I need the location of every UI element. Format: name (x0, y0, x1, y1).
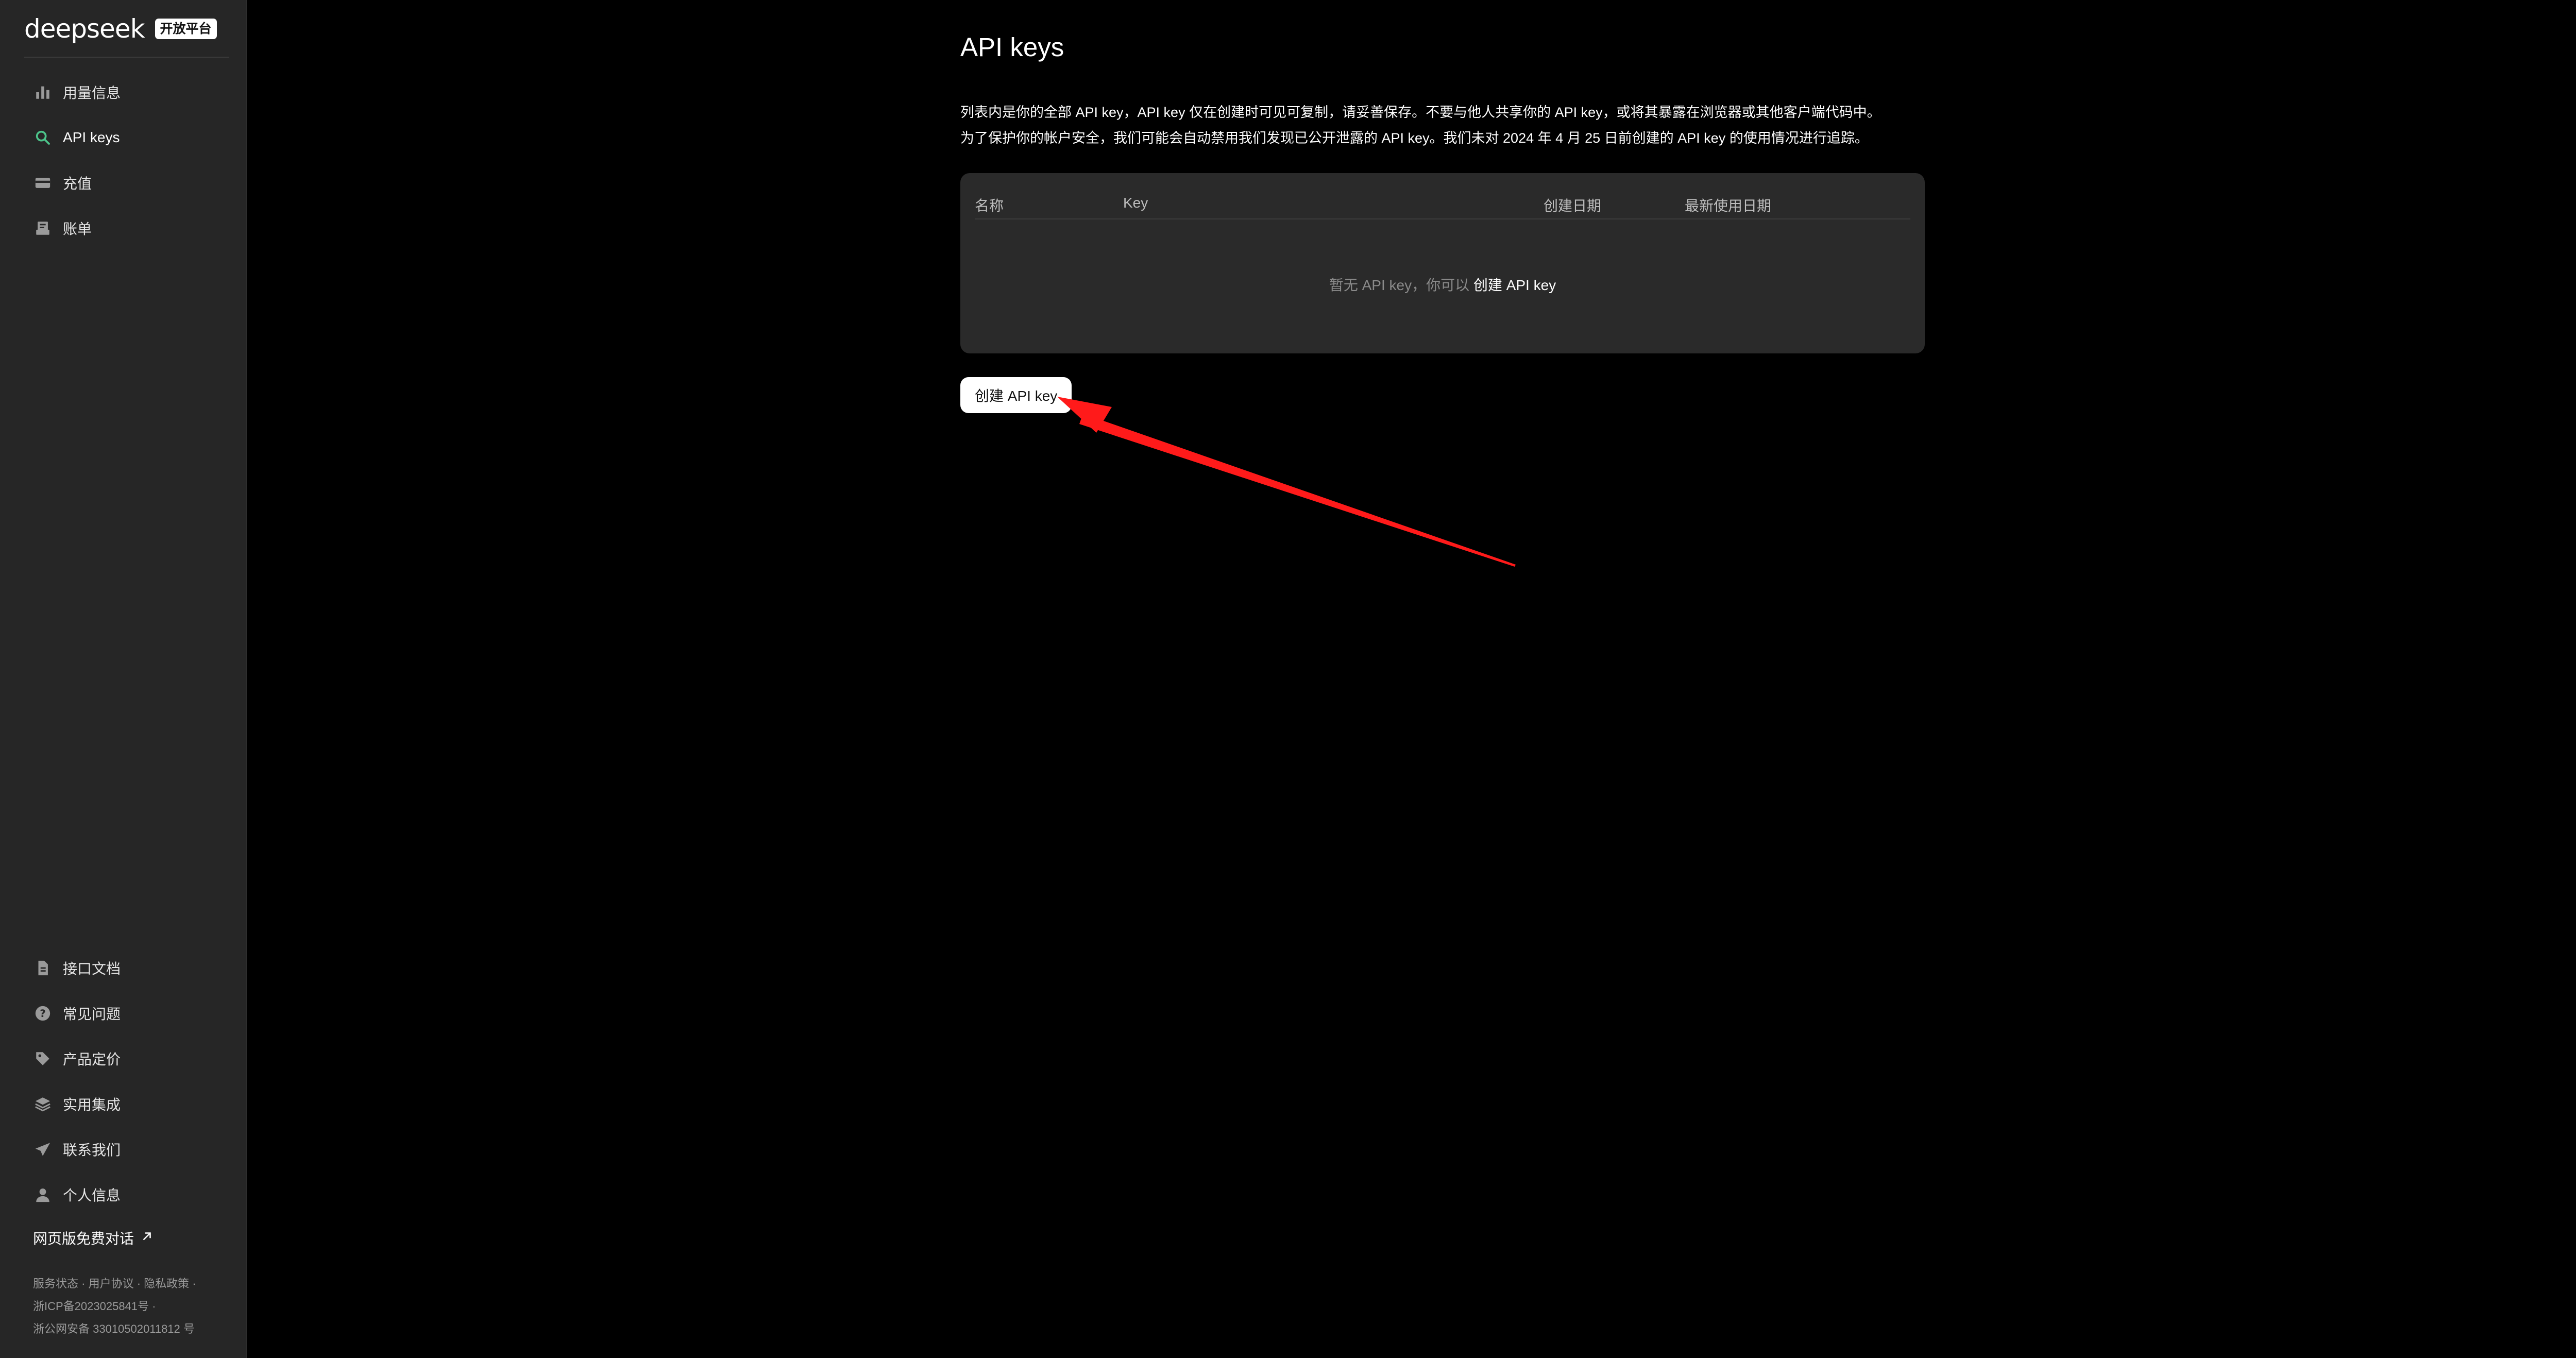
sidebar-item-label: 联系我们 (63, 1142, 121, 1158)
arrow-shaft (1079, 414, 1516, 567)
sidebar-divider (24, 57, 229, 58)
document-icon (34, 959, 52, 977)
sidebar-item-usage[interactable]: 用量信息 (21, 70, 232, 115)
sidebar-item-label: API keys (63, 129, 120, 145)
icp-link[interactable]: 浙ICP备2023025841号 (33, 1300, 149, 1313)
tag-icon (34, 1050, 52, 1067)
sidebar-item-label: 充值 (63, 176, 92, 192)
privacy-policy-link[interactable]: 隐私政策 (144, 1277, 189, 1290)
sidebar-item-label: 常见问题 (63, 1006, 121, 1022)
platform-badge: 开放平台 (155, 19, 217, 39)
sidebar-item-label: 实用集成 (63, 1097, 121, 1113)
bar-chart-icon (34, 83, 52, 101)
sidebar-item-contact[interactable]: 联系我们 (21, 1127, 232, 1172)
page-description: 列表内是你的全部 API key，API key 仅在创建时可见可复制，请妥善保… (960, 99, 1925, 151)
sidebar-item-api-keys[interactable]: API keys (21, 115, 232, 160)
sidebar-item-faq[interactable]: ? 常见问题 (21, 991, 232, 1036)
sidebar-item-billing[interactable]: 账单 (21, 206, 232, 251)
api-keys-table: 名称 Key 创建日期 最新使用日期 暂无 API key，你可以 创建 API… (960, 173, 1925, 353)
table-header: 名称 Key 创建日期 最新使用日期 (975, 183, 1910, 219)
sidebar-item-integrations[interactable]: 实用集成 (21, 1081, 232, 1127)
layers-icon (34, 1095, 52, 1113)
sidebar-nav-top: 用量信息 API keys 充值 账单 (21, 70, 232, 251)
column-header-name: 名称 (975, 198, 1004, 214)
brand[interactable]: deepseek 开放平台 (24, 10, 230, 47)
column-header-created: 创建日期 (1544, 198, 1602, 214)
sidebar-item-api-docs[interactable]: 接口文档 (21, 945, 232, 991)
sidebar-item-label: 个人信息 (63, 1187, 121, 1203)
web-chat-link[interactable]: 网页版免费对话 (33, 1228, 154, 1248)
external-link-icon (140, 1230, 154, 1247)
sidebar-item-profile[interactable]: 个人信息 (21, 1172, 232, 1217)
question-icon: ? (34, 1005, 52, 1022)
service-status-link[interactable]: 服务状态 (33, 1277, 78, 1290)
sidebar-item-label: 用量信息 (63, 85, 121, 101)
user-agreement-link[interactable]: 用户协议 (89, 1277, 134, 1290)
sidebar-item-label: 接口文档 (63, 961, 121, 977)
sidebar-footer: 服务状态 · 用户协议 · 隐私政策 · 浙ICP备2023025841号 · … (33, 1277, 196, 1335)
empty-state-create-link[interactable]: 创建 API key (1473, 277, 1556, 293)
web-chat-label: 网页版免费对话 (33, 1231, 134, 1247)
send-icon (34, 1141, 52, 1158)
description-line: 为了保护你的帐户安全，我们可能会自动禁用我们发现已公开泄露的 API key。我… (960, 130, 1869, 146)
svg-text:?: ? (40, 1008, 46, 1020)
sidebar-item-pricing[interactable]: 产品定价 (21, 1036, 232, 1081)
sidebar-item-label: 账单 (63, 221, 92, 237)
person-icon (34, 1186, 52, 1203)
police-record-link[interactable]: 浙公网安备 33010502011812 号 (33, 1322, 195, 1335)
card-icon (34, 174, 52, 192)
create-api-key-button[interactable]: 创建 API key (960, 377, 1072, 413)
column-header-key: Key (1123, 195, 1148, 211)
sidebar-item-label: 产品定价 (63, 1051, 121, 1067)
deepseek-logo[interactable]: deepseek (24, 14, 145, 44)
empty-state-text: 暂无 API key，你可以 (1329, 277, 1470, 293)
receipt-icon (34, 219, 52, 237)
description-line: 列表内是你的全部 API key，API key 仅在创建时可见可复制，请妥善保… (960, 105, 1881, 120)
empty-state: 暂无 API key，你可以 创建 API key (960, 274, 1925, 295)
sidebar: deepseek 开放平台 用量信息 API keys 充值 账单 接口文档 ?… (0, 0, 247, 1358)
page-title: API keys (960, 32, 1064, 62)
column-header-last-used: 最新使用日期 (1685, 198, 1772, 214)
sidebar-item-recharge[interactable]: 充值 (21, 160, 232, 206)
search-icon (34, 129, 52, 146)
sidebar-nav-bottom: 接口文档 ? 常见问题 产品定价 实用集成 联系我们 个人信息 (21, 945, 232, 1217)
